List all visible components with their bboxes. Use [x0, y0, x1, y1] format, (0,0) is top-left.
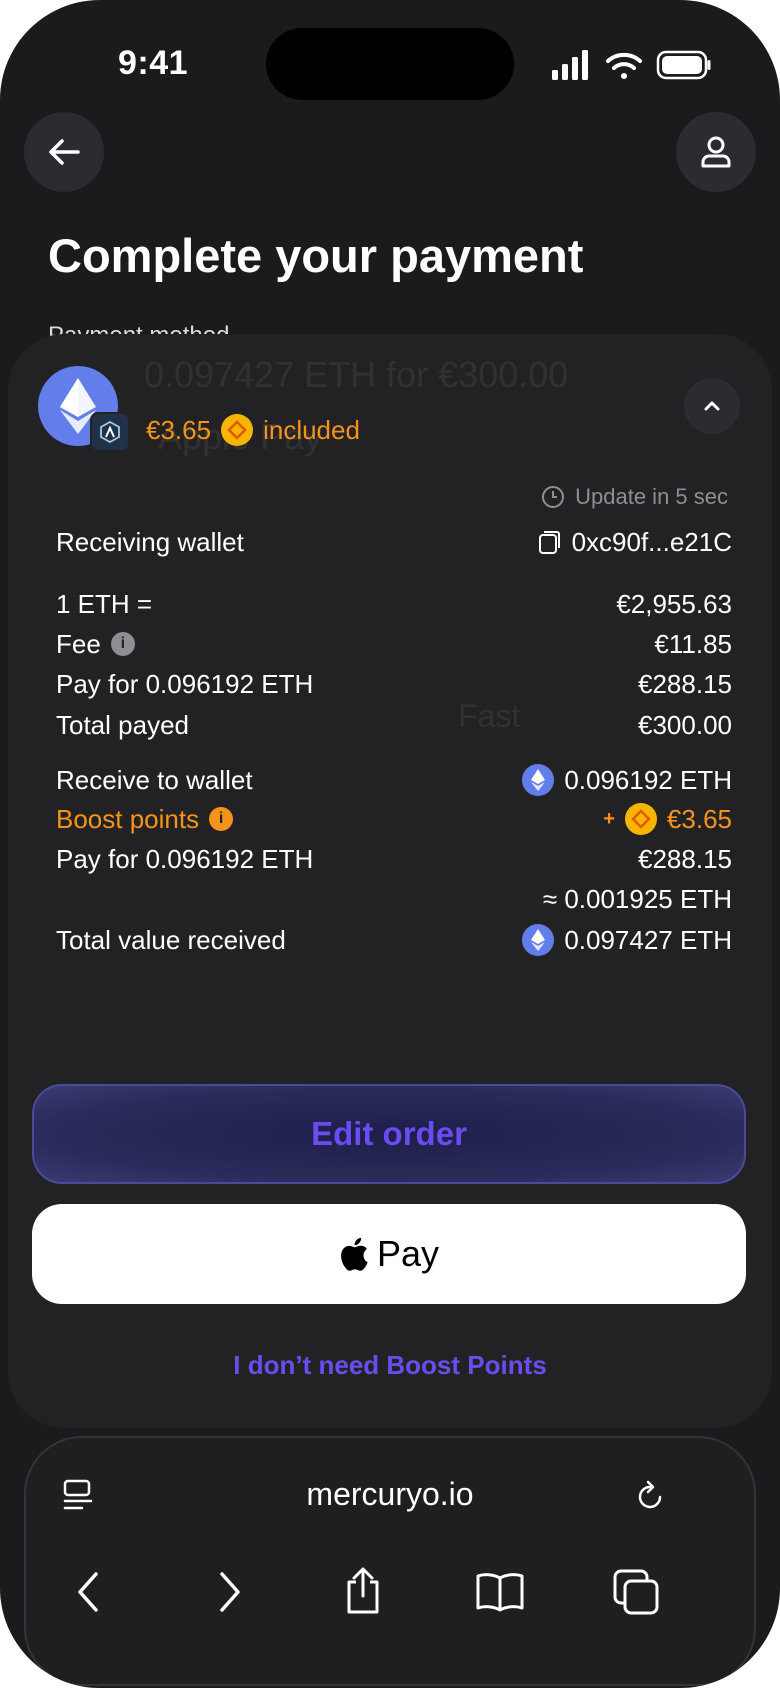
boost-points-value: €3.65 [666, 803, 732, 834]
boost-included-line: €3.65 included [146, 412, 360, 448]
skip-boost-link[interactable]: I don’t need Boost Points [8, 1350, 772, 1381]
apple-pay-button[interactable]: Pay [32, 1204, 746, 1304]
dynamic-island [266, 28, 514, 100]
boost-plus: + [603, 807, 615, 830]
apple-logo-icon [341, 1237, 368, 1271]
total-received-value: 0.097427 ETH [564, 924, 732, 955]
clock-icon [542, 486, 565, 508]
rate-row: 1 ETH = €2,955.63 [56, 586, 732, 622]
pay-for-row-2: Pay for 0.096192 ETH €288.15 [56, 841, 732, 877]
boost-coin-icon [221, 414, 254, 446]
user-icon [701, 136, 731, 168]
receiving-wallet-row: Receiving wallet 0xc90f...e21C [56, 524, 732, 560]
order-summary-sheet: 0.097427 ETH for €300.00 Apple Pay Fast … [8, 334, 772, 1428]
info-icon[interactable]: i [110, 632, 135, 656]
boost-info-icon[interactable]: i [209, 807, 234, 831]
update-text: Update in 5 sec [575, 484, 728, 509]
boost-points-row: Boost points i + €3.65 [56, 801, 732, 837]
collapse-button[interactable] [684, 378, 740, 434]
wallet-address-text: 0xc90f...e21C [571, 526, 732, 557]
edit-order-button[interactable]: Edit order [32, 1084, 746, 1184]
receive-label: Receive to wallet [56, 764, 253, 795]
apple-pay-label: Pay [376, 1233, 440, 1274]
status-time: 9:41 [118, 44, 189, 82]
approx-row: ≈ 0.001925 ETH [56, 881, 732, 917]
profile-button[interactable] [676, 112, 756, 192]
boost-amount: €3.65 [146, 414, 212, 445]
status-bar: 9:41 [0, 0, 780, 130]
ethereum-icon [522, 924, 555, 956]
reload-icon[interactable] [630, 1476, 670, 1516]
receive-value: 0.096192 ETH [564, 764, 732, 795]
total-payed-label: Total payed [56, 709, 189, 740]
phone-screen: 9:41 Complete your payment 0.097427 ETH … [0, 0, 780, 1688]
rate-update-timer: Update in 5 sec [541, 484, 728, 510]
battery-icon [656, 50, 711, 80]
total-received-label: Total value received [56, 924, 286, 955]
receive-row: Receive to wallet 0.096192 ETH [56, 762, 732, 798]
ethereum-icon [522, 764, 555, 796]
share-icon[interactable] [340, 1564, 386, 1618]
arbitrum-network-icon [90, 412, 130, 452]
pay-for-label: Pay for 0.096192 ETH [56, 668, 314, 699]
arrow-left-icon [49, 139, 80, 165]
wifi-icon [606, 52, 642, 79]
boost-coin-icon [624, 803, 657, 835]
tabs-icon[interactable] [612, 1568, 660, 1616]
pay-for-value-2: €288.15 [638, 843, 732, 874]
copy-icon[interactable] [536, 529, 562, 555]
total-payed-value: €300.00 [638, 709, 732, 740]
fee-row: Fee i €11.85 [56, 626, 732, 662]
fee-label: Fee [56, 628, 101, 659]
total-received-row: Total value received 0.097427 ETH [56, 922, 732, 958]
bookmarks-icon[interactable] [474, 1570, 526, 1614]
total-payed-row: Total payed €300.00 [56, 707, 732, 743]
browser-toolbar: mercuryo.io [24, 1436, 756, 1686]
approx-value: ≈ 0.001925 ETH [542, 883, 732, 914]
pay-for-label-2: Pay for 0.096192 ETH [56, 843, 314, 874]
receiving-wallet-label: Receiving wallet [56, 526, 244, 557]
pay-for-row: Pay for 0.096192 ETH €288.15 [56, 666, 732, 702]
fee-value: €11.85 [654, 628, 732, 659]
boost-included-text: included [263, 414, 360, 445]
back-button[interactable] [24, 112, 104, 192]
pay-for-value: €288.15 [638, 668, 732, 699]
rate-value: €2,955.63 [616, 588, 732, 619]
ghost-amount-text: 0.097427 ETH for €300.00 [144, 354, 569, 395]
chevron-left-icon[interactable] [68, 1570, 108, 1614]
status-icons [552, 50, 711, 80]
page-title: Complete your payment [48, 229, 584, 282]
chevron-right-icon[interactable] [210, 1570, 250, 1614]
wallet-address[interactable]: 0xc90f...e21C [536, 527, 732, 558]
boost-points-label: Boost points [56, 803, 200, 834]
chevron-up-icon [704, 401, 720, 411]
rate-label: 1 ETH = [56, 588, 153, 619]
signal-icon [552, 50, 588, 80]
